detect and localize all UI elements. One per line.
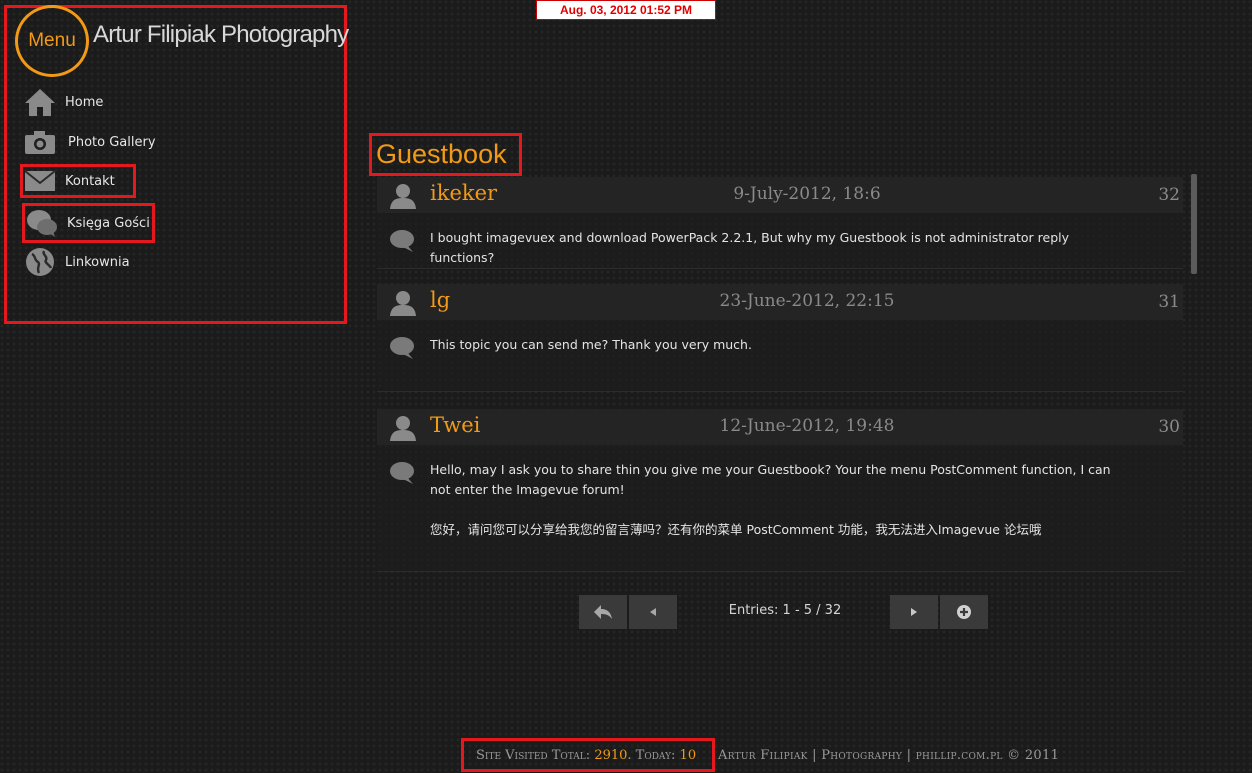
- guestbook-entry: ikeker 9-July-2012, 18:6 32 I bought ima…: [377, 177, 1183, 269]
- next-page-button[interactable]: [890, 595, 938, 629]
- entries-counter: Entries: 1 - 5 / 32: [728, 603, 842, 618]
- home-icon: [23, 87, 57, 117]
- site-title: Artur Filipiak Photography: [93, 21, 349, 48]
- entry-number: 31: [1158, 292, 1180, 312]
- prev-page-button[interactable]: [629, 595, 677, 629]
- today-label: . Today:: [627, 748, 676, 763]
- nav-item-kontakt[interactable]: Kontakt: [20, 164, 136, 198]
- entry-number: 32: [1158, 185, 1180, 205]
- back-button[interactable]: [579, 595, 627, 629]
- comment-icon: [389, 336, 415, 364]
- footer: Site Visited Total: 2910. Today: 10 Artu…: [0, 738, 1252, 772]
- scrollbar-thumb[interactable]: [1191, 174, 1197, 274]
- nav-item-linkownia[interactable]: Linkownia: [23, 244, 130, 280]
- entry-text: I bought imagevuex and download PowerPac…: [430, 230, 1070, 265]
- datetime-display: Aug. 03, 2012 01:52 PM: [536, 0, 716, 20]
- footer-credit: Artur Filipiak | Photography | phillip.c…: [718, 748, 1060, 763]
- visited-total: 2910: [594, 748, 628, 763]
- nav-label: Księga Gości: [67, 215, 150, 231]
- globe-icon: [23, 247, 57, 277]
- entry-body: I bought imagevuex and download PowerPac…: [377, 213, 1183, 286]
- user-icon: [389, 183, 417, 213]
- entry-text: Hello, may I ask you to share thin you g…: [430, 462, 1111, 537]
- entry-header: lg 23-June-2012, 22:15 31: [377, 284, 1183, 320]
- add-entry-button[interactable]: [940, 595, 988, 629]
- entry-date: 12-June-2012, 19:48: [719, 416, 895, 436]
- entry-body: This topic you can send me? Thank you ve…: [377, 320, 1183, 373]
- comment-icon: [389, 229, 415, 257]
- envelope-icon: [23, 166, 57, 196]
- entry-date: 23-June-2012, 22:15: [719, 291, 895, 311]
- entry-body: Hello, may I ask you to share thin you g…: [377, 445, 1183, 558]
- nav-label: Linkownia: [65, 254, 130, 270]
- nav-label: Photo Gallery: [68, 134, 156, 150]
- guestbook-entry: Twei 12-June-2012, 19:48 30 Hello, may I…: [377, 409, 1183, 572]
- entry-date: 9-July-2012, 18:6: [733, 184, 881, 204]
- page-title: Guestbook: [369, 133, 522, 176]
- nav-item-ksiega-gosci[interactable]: Księga Gości: [22, 203, 155, 243]
- menu-panel: Menu Artur Filipiak Photography Home Pho…: [4, 5, 349, 324]
- visited-label: Site Visited Total:: [476, 748, 591, 763]
- reply-arrow-icon: [594, 605, 612, 619]
- entry-author: ikeker: [430, 181, 498, 205]
- nav-item-home[interactable]: Home: [23, 84, 103, 120]
- entry-text: This topic you can send me? Thank you ve…: [430, 337, 752, 352]
- triangle-right-icon: [911, 608, 917, 616]
- guestbook-entry: lg 23-June-2012, 22:15 31 This topic you…: [377, 284, 1183, 392]
- entry-author: Twei: [430, 413, 481, 437]
- chat-bubbles-icon: [25, 208, 59, 238]
- comment-icon: [389, 461, 415, 489]
- today-count: 10: [679, 748, 697, 763]
- camera-icon: [23, 127, 57, 157]
- nav-label: Home: [65, 94, 104, 110]
- plus-circle-icon: [957, 605, 971, 619]
- entry-number: 30: [1158, 417, 1180, 437]
- user-icon: [389, 290, 417, 320]
- entry-author: lg: [430, 288, 451, 312]
- visit-stats: Site Visited Total: 2910. Today: 10: [461, 738, 715, 772]
- nav-label: Kontakt: [65, 173, 115, 189]
- nav-item-photo-gallery[interactable]: Photo Gallery: [23, 124, 156, 160]
- menu-button[interactable]: Menu: [15, 5, 89, 77]
- entry-header: Twei 12-June-2012, 19:48 30: [377, 409, 1183, 445]
- entry-header: ikeker 9-July-2012, 18:6 32: [377, 177, 1183, 213]
- triangle-left-icon: [650, 608, 656, 616]
- user-icon: [389, 415, 417, 445]
